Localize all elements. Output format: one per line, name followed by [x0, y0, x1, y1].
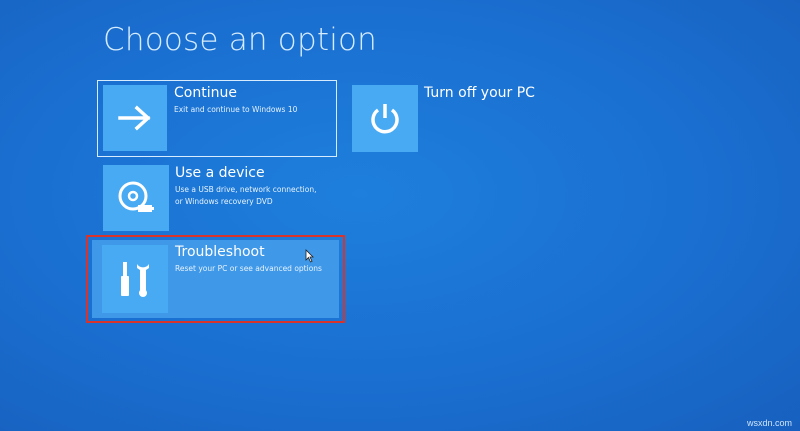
- page-title: Choose an option: [103, 22, 378, 58]
- turn-off-tile[interactable]: [352, 85, 418, 152]
- use-device-option[interactable]: Use a device Use a USB drive, network co…: [103, 165, 333, 231]
- continue-tile[interactable]: [103, 85, 167, 151]
- tools-icon: [121, 262, 149, 297]
- troubleshoot-tile[interactable]: [102, 245, 168, 313]
- troubleshoot-title: Troubleshoot: [175, 244, 265, 260]
- use-device-description: Use a USB drive, network connection, or …: [175, 184, 316, 208]
- mouse-cursor-icon: [305, 249, 314, 263]
- arrow-right-icon: [118, 105, 151, 131]
- continue-title: Continue: [174, 85, 237, 101]
- use-device-description-line1: Use a USB drive, network connection,: [175, 185, 317, 194]
- use-device-tile[interactable]: [103, 165, 169, 231]
- power-icon: [371, 103, 399, 133]
- turn-off-title: Turn off your PC: [424, 85, 535, 101]
- troubleshoot-option[interactable]: Troubleshoot Reset your PC or see advanc…: [92, 240, 339, 318]
- turn-off-option[interactable]: Turn off your PC: [352, 85, 552, 152]
- device-disc-icon: [118, 181, 154, 212]
- continue-description: Exit and continue to Windows 10: [174, 105, 298, 114]
- watermark: wsxdn.com: [746, 418, 792, 428]
- continue-option[interactable]: Continue Exit and continue to Windows 10: [97, 80, 337, 157]
- use-device-title: Use a device: [175, 165, 265, 181]
- troubleshoot-description: Reset your PC or see advanced options: [175, 264, 322, 273]
- use-device-description-line2: or Windows recovery DVD: [175, 197, 273, 206]
